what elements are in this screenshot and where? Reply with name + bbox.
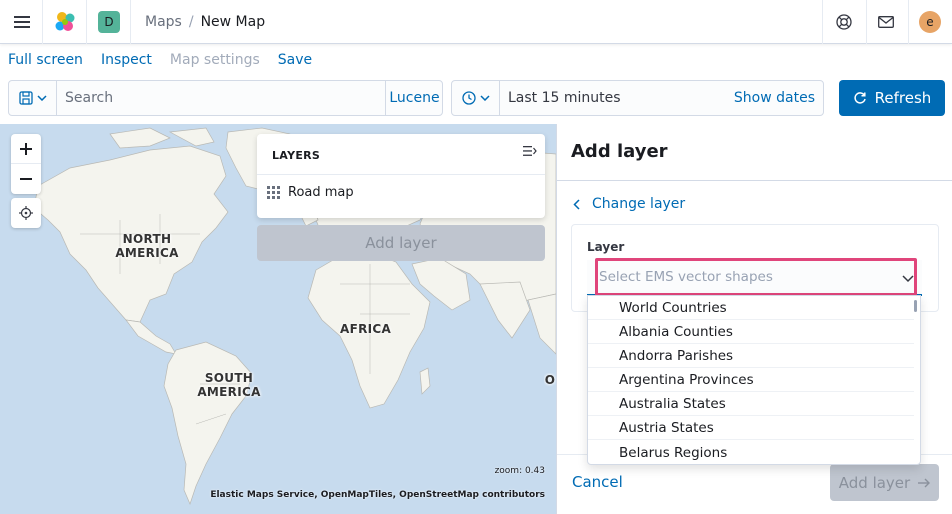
- clock-icon: [461, 91, 476, 105]
- user-avatar: e: [919, 11, 941, 33]
- collapse-layers-button[interactable]: [523, 145, 537, 161]
- refresh-icon: [854, 92, 866, 104]
- query-language-button[interactable]: Lucene: [385, 81, 443, 115]
- plus-icon: [20, 142, 32, 155]
- query-bar: Search Lucene: [8, 80, 443, 116]
- breadcrumb: Maps / New Map: [145, 0, 265, 44]
- map-label-africa: AFRICA: [340, 322, 392, 336]
- zoom-level-readout: zoom: 0.43: [494, 466, 545, 476]
- space-selector[interactable]: D: [98, 0, 120, 44]
- ems-vector-shapes-combobox[interactable]: Select EMS vector shapes: [587, 260, 922, 296]
- dropdown-scrollbar[interactable]: [914, 300, 917, 312]
- combobox-placeholder: Select EMS vector shapes: [599, 269, 773, 285]
- zoom-in-button[interactable]: [11, 134, 41, 164]
- newsfeed-button[interactable]: [872, 0, 900, 44]
- time-range-label[interactable]: Last 15 minutes: [508, 81, 621, 115]
- save-link[interactable]: Save: [278, 52, 312, 72]
- refresh-button[interactable]: Refresh: [839, 80, 945, 116]
- map-label-partial: O: [544, 373, 556, 387]
- menu-right-icon: [523, 146, 537, 156]
- map-canvas[interactable]: NORTH AMERICA SOUTH AMERICA AFRICA O LAY…: [0, 124, 556, 514]
- change-layer-button[interactable]: Change layer: [573, 196, 685, 212]
- zoom-out-button[interactable]: [11, 164, 41, 194]
- map-label-north-america: NORTH AMERICA: [115, 232, 179, 260]
- ems-options-dropdown: World Countries Albania Counties Andorra…: [587, 295, 921, 465]
- breadcrumb-separator: /: [188, 14, 194, 30]
- quick-menu-button[interactable]: [452, 81, 500, 115]
- breadcrumb-current: New Map: [200, 14, 266, 30]
- option-austria-states[interactable]: Austria States: [588, 416, 914, 440]
- saved-query-button[interactable]: [9, 81, 57, 115]
- elastic-logo[interactable]: [52, 0, 78, 44]
- add-layer-submit-label: Add layer: [838, 473, 911, 492]
- elastic-logo-icon: [55, 12, 75, 31]
- option-albania-counties[interactable]: Albania Counties: [588, 320, 914, 344]
- layer-control-panel: LAYERS Road map: [257, 134, 545, 218]
- layer-field-label: Layer: [587, 240, 625, 254]
- layers-title: LAYERS: [272, 149, 321, 162]
- add-layer-button-disabled[interactable]: Add layer: [257, 225, 545, 261]
- option-andorra-parishes[interactable]: Andorra Parishes: [588, 344, 914, 368]
- refresh-label: Refresh: [874, 89, 932, 107]
- chevron-left-icon: [573, 198, 580, 210]
- hamburger-icon: [14, 16, 30, 28]
- layer-item-label: Road map: [288, 184, 354, 200]
- option-world-countries[interactable]: World Countries: [588, 296, 914, 320]
- layer-item-road-map[interactable]: Road map: [267, 182, 354, 202]
- app-header: D Maps / New Map e: [0, 0, 952, 44]
- crosshair-icon: [19, 206, 33, 220]
- option-australia-states[interactable]: Australia States: [588, 392, 914, 416]
- arrow-right-icon: [918, 478, 931, 487]
- add-layer-submit-button[interactable]: Add layer: [830, 464, 939, 501]
- help-button[interactable]: [830, 0, 858, 44]
- fit-to-data-button[interactable]: [11, 198, 41, 228]
- search-input[interactable]: Search: [65, 81, 375, 115]
- help-lifebuoy-icon: [836, 14, 852, 30]
- flyout-title: Add layer: [571, 141, 668, 162]
- full-screen-link[interactable]: Full screen: [8, 52, 83, 72]
- grid-icon: [267, 185, 280, 199]
- map-attribution[interactable]: Elastic Maps Service, OpenMapTiles, Open…: [210, 490, 545, 500]
- map-settings-link[interactable]: Map settings: [170, 52, 260, 72]
- show-dates-link[interactable]: Show dates: [734, 81, 815, 115]
- menu-button[interactable]: [8, 0, 36, 44]
- top-nav-menu: Full screen Inspect Map settings Save: [8, 52, 312, 72]
- chevron-down-icon: [479, 95, 490, 101]
- zoom-controls: [11, 134, 41, 194]
- breadcrumb-maps[interactable]: Maps: [145, 14, 182, 30]
- inspect-link[interactable]: Inspect: [101, 52, 152, 72]
- minus-icon: [20, 178, 32, 180]
- mail-icon: [878, 16, 894, 28]
- chevron-down-icon: [36, 95, 47, 101]
- option-argentina-provinces[interactable]: Argentina Provinces: [588, 368, 914, 392]
- space-avatar: D: [98, 11, 120, 33]
- change-layer-label: Change layer: [592, 196, 686, 212]
- time-picker: Last 15 minutes Show dates: [451, 80, 824, 116]
- save-disk-icon: [18, 91, 33, 105]
- map-label-south-america: SOUTH AMERICA: [197, 371, 261, 399]
- cancel-button[interactable]: Cancel: [572, 473, 623, 491]
- option-belarus-regions[interactable]: Belarus Regions: [588, 441, 914, 464]
- chevron-down-icon: [902, 275, 914, 283]
- user-menu-button[interactable]: e: [918, 0, 942, 44]
